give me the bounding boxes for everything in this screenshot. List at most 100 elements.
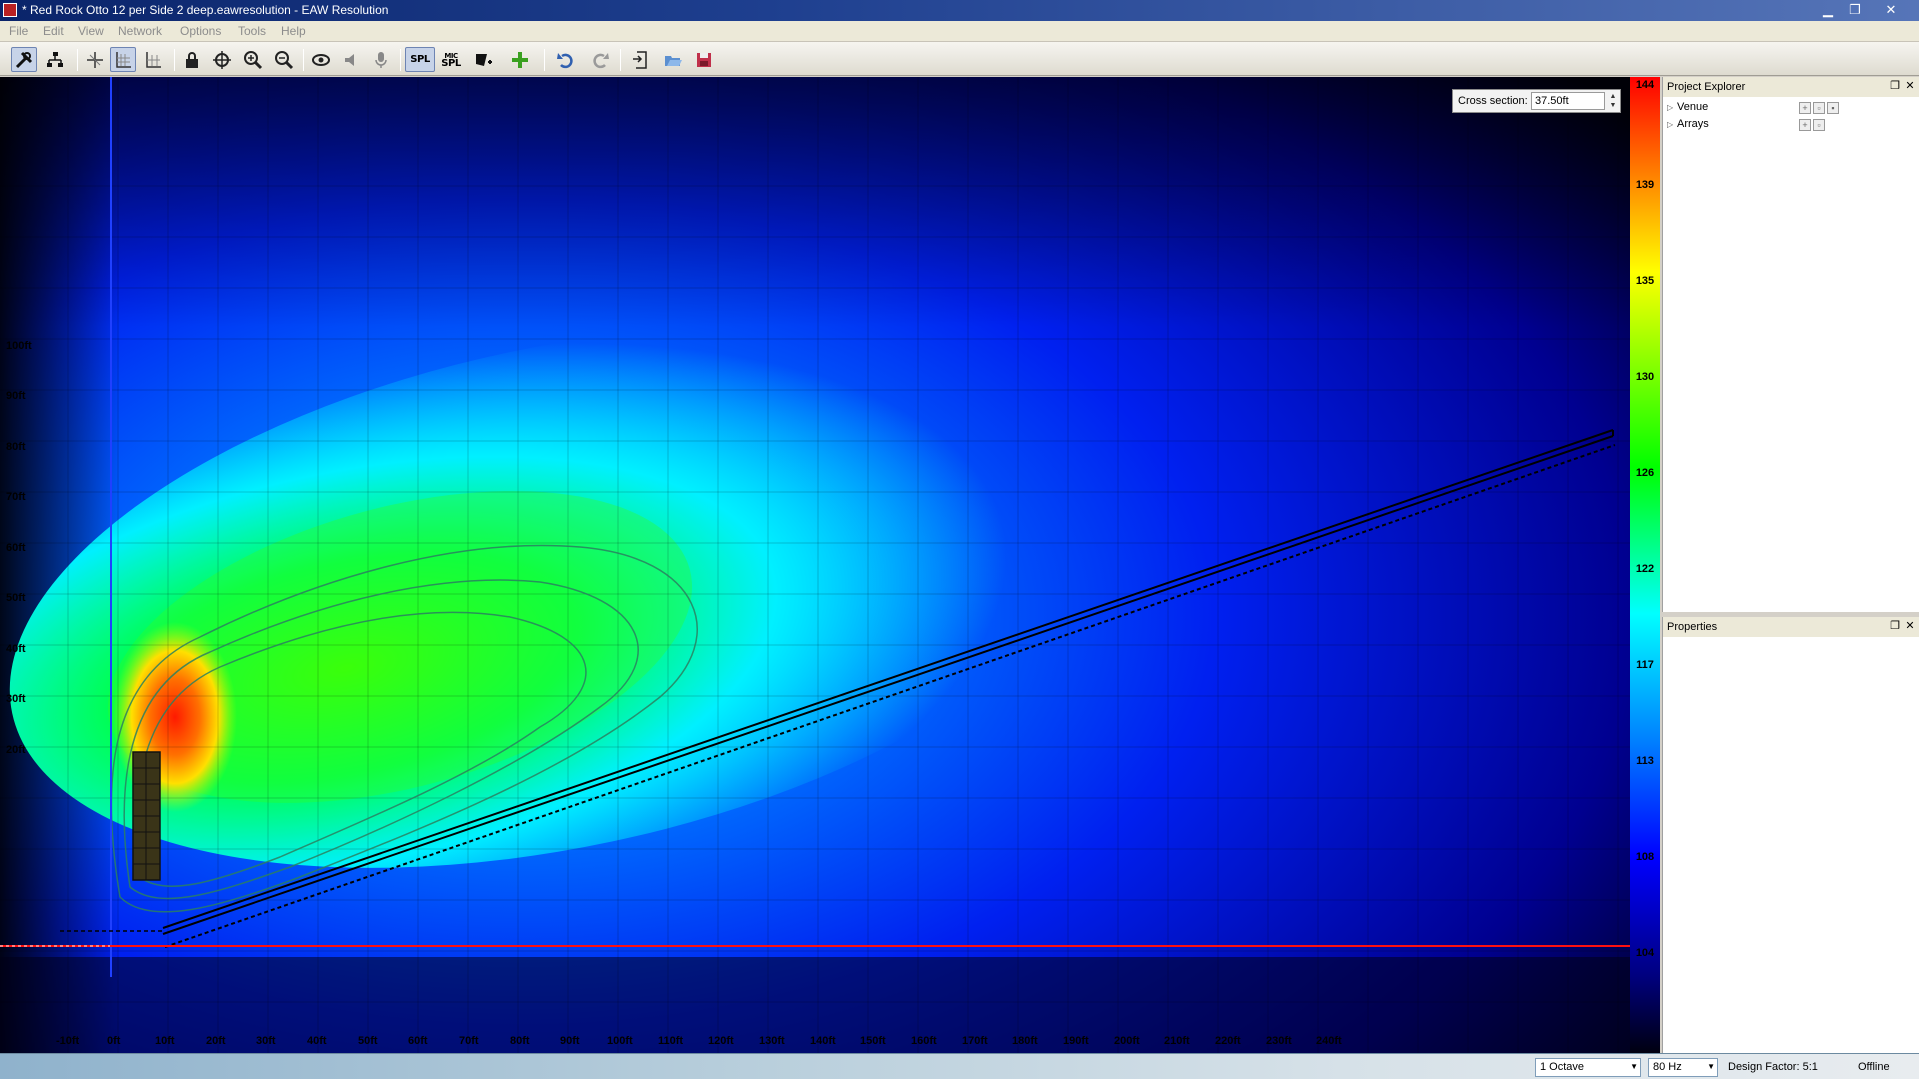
x-axis-label: 170ft: [962, 1035, 988, 1047]
expand-arrow-icon[interactable]: ▷: [1667, 103, 1677, 112]
menu-options[interactable]: Options: [180, 24, 221, 38]
edit-array-icon[interactable]: ▫: [1813, 119, 1825, 131]
menu-edit[interactable]: Edit: [43, 24, 64, 38]
menu-view[interactable]: View: [78, 24, 104, 38]
new-file-icon[interactable]: [628, 47, 654, 72]
scale-tick: 113: [1636, 755, 1654, 767]
close-panel-icon[interactable]: ✕: [1904, 80, 1916, 92]
chevron-down-icon: ▼: [1707, 1062, 1715, 1071]
project-explorer-panel: Project Explorer ❐ ✕ ▷ Venue ▷ Arrays + ▫ …: [1662, 77, 1919, 612]
app-icon[interactable]: [3, 3, 17, 17]
cross-section-spinner[interactable]: ▲ ▼: [1607, 92, 1619, 110]
close-button[interactable]: ✕: [1879, 1, 1903, 19]
tree-item-venue[interactable]: ▷ Venue: [1667, 101, 1708, 113]
add-venue-icon[interactable]: +: [1799, 102, 1811, 114]
add-array-icon[interactable]: [470, 47, 496, 72]
properties-title: Properties: [1667, 621, 1718, 633]
y-axis-label: 30ft: [6, 693, 26, 705]
spl-field: [0, 77, 1630, 1053]
x-axis-label: 50ft: [358, 1035, 378, 1047]
x-axis-label: 100ft: [607, 1035, 633, 1047]
speaker-icon[interactable]: [339, 47, 365, 72]
x-axis-label: 200ft: [1114, 1035, 1140, 1047]
float-panel-icon[interactable]: ❐: [1889, 620, 1901, 632]
add-icon[interactable]: [507, 47, 533, 72]
mic-spl-bottom-label: SPL: [441, 57, 461, 69]
x-axis-label: 40ft: [307, 1035, 327, 1047]
x-axis-label: 160ft: [911, 1035, 937, 1047]
scale-tick: 130: [1635, 371, 1655, 383]
x-axis-label: -10ft: [56, 1035, 80, 1047]
title-bar[interactable]: * Red Rock Otto 12 per Side 2 deep.eawre…: [0, 0, 1919, 21]
minimize-button[interactable]: ▁: [1816, 1, 1840, 19]
x-axis-label: 90ft: [560, 1035, 580, 1047]
design-factor-text: Design Factor: 5:1: [1728, 1061, 1818, 1073]
undo-icon[interactable]: [553, 47, 579, 72]
scale-tick: 144: [1635, 79, 1655, 91]
open-folder-icon[interactable]: [660, 47, 686, 72]
target-icon[interactable]: [209, 47, 235, 72]
tree-item-arrays[interactable]: ▷ Arrays: [1667, 118, 1709, 130]
y-axis-label: 80ft: [6, 441, 26, 453]
zoom-in-icon[interactable]: [240, 47, 266, 72]
menu-help[interactable]: Help: [281, 24, 306, 38]
menu-network[interactable]: Network: [118, 24, 162, 38]
x-axis-label: 10ft: [155, 1035, 175, 1047]
scale-tick: 135: [1635, 275, 1655, 287]
expand-arrow-icon[interactable]: ▷: [1667, 120, 1677, 129]
scale-tick: 139: [1635, 179, 1655, 191]
save-venue-icon[interactable]: ▪: [1827, 102, 1839, 114]
properties-header: Properties ❐ ✕: [1663, 617, 1919, 637]
mic-spl-button[interactable]: MIC SPL: [438, 47, 464, 72]
redo-icon[interactable]: [587, 47, 613, 72]
zoom-out-icon[interactable]: [271, 47, 297, 72]
menu-file[interactable]: File: [9, 24, 28, 38]
hierarchy-icon[interactable]: [42, 47, 68, 72]
spl-label: SPL: [410, 54, 430, 65]
status-bar: 1 Octave ▼ 80 Hz ▼ Design Factor: 5:1 Of…: [0, 1053, 1919, 1079]
toolbar: SPL MIC SPL: [0, 42, 1919, 76]
project-explorer-header: Project Explorer ❐ ✕: [1663, 77, 1919, 97]
edit-venue-icon[interactable]: ▫: [1813, 102, 1825, 114]
chevron-down-icon: ▼: [1630, 1062, 1638, 1071]
x-axis-label: 80ft: [510, 1035, 530, 1047]
microphone-icon[interactable]: [368, 47, 394, 72]
x-axis-label: 210ft: [1164, 1035, 1190, 1047]
add-array-small-icon[interactable]: +: [1799, 119, 1811, 131]
spl-button[interactable]: SPL: [405, 47, 435, 72]
x-axis-label: 230ft: [1266, 1035, 1292, 1047]
frequency-select[interactable]: 80 Hz ▼: [1648, 1058, 1718, 1077]
coverage-plot[interactable]: 100ft 90ft 80ft 70ft 60ft 50ft 40ft 30ft…: [0, 77, 1630, 1053]
connection-status: Offline: [1858, 1061, 1890, 1073]
grid-alt-icon[interactable]: [140, 47, 166, 72]
tools-icon[interactable]: [11, 47, 37, 72]
view-eye-icon[interactable]: [308, 47, 334, 72]
scale-tick: 117: [1636, 659, 1654, 671]
x-axis-label: 190ft: [1063, 1035, 1089, 1047]
x-axis-label: 240ft: [1316, 1035, 1342, 1047]
lock-icon[interactable]: [179, 47, 205, 72]
x-axis-label: 0ft: [107, 1035, 121, 1047]
grid-axes-icon[interactable]: [110, 47, 136, 72]
close-panel-icon[interactable]: ✕: [1904, 620, 1916, 632]
y-axis-label: 100ft: [6, 340, 32, 352]
menu-tools[interactable]: Tools: [238, 24, 266, 38]
cross-section-input[interactable]: [1531, 92, 1605, 110]
y-axis-label: 70ft: [6, 491, 26, 503]
float-panel-icon[interactable]: ❐: [1889, 80, 1901, 92]
x-axis-label: 180ft: [1012, 1035, 1038, 1047]
project-explorer-title: Project Explorer: [1667, 81, 1746, 93]
restore-button[interactable]: ❐: [1843, 1, 1867, 19]
save-icon[interactable]: [691, 47, 717, 72]
frequency-value: 80 Hz: [1653, 1061, 1682, 1073]
crosshair-axes-icon[interactable]: [82, 47, 108, 72]
y-axis-label: 60ft: [6, 542, 26, 554]
cross-section-label: Cross section:: [1458, 95, 1528, 107]
scale-tick: 104: [1635, 947, 1655, 959]
cross-section-control: Cross section: ▲▼: [1452, 89, 1621, 113]
y-axis-label: 90ft: [6, 390, 26, 402]
bandwidth-select[interactable]: 1 Octave ▼: [1535, 1058, 1641, 1077]
spl-color-scale: 144 139 135 130 126 122 117 113 108 104: [1630, 77, 1660, 1053]
scale-tick: 122: [1635, 563, 1655, 575]
properties-panel: Properties ❐ ✕: [1662, 617, 1919, 1053]
